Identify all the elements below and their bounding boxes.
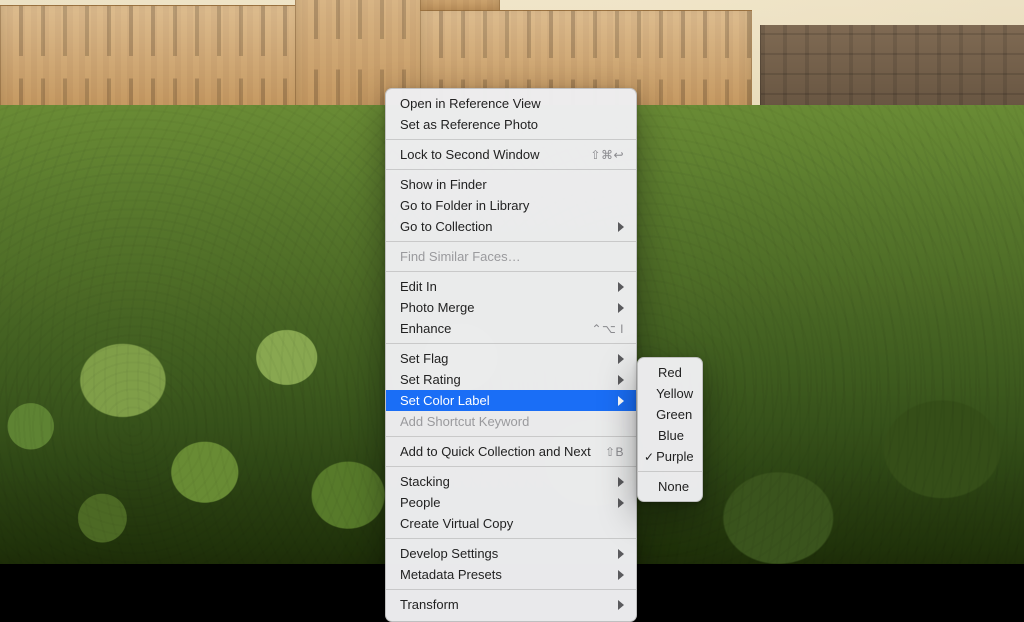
menu-item-label: Show in Finder <box>400 177 624 193</box>
menu-item-label: Photo Merge <box>400 300 610 316</box>
menu-separator <box>386 271 636 272</box>
chevron-right-icon <box>618 600 624 610</box>
menu-separator <box>386 589 636 590</box>
menu-item-label: Add Shortcut Keyword <box>400 414 624 430</box>
menu-item-add-shortcut-keyword: Add Shortcut Keyword <box>386 411 636 432</box>
menu-item-add-to-quick-collection-and-next[interactable]: Add to Quick Collection and Next ⇧B <box>386 441 636 462</box>
menu-item-label: Set Color Label <box>400 393 610 409</box>
chevron-right-icon <box>618 498 624 508</box>
color-option-blue[interactable]: ✓Blue <box>638 425 702 446</box>
menu-item-label: Metadata Presets <box>400 567 610 583</box>
color-option-label: Red <box>658 365 692 381</box>
menu-item-label: Transform <box>400 597 610 613</box>
menu-item-label: Go to Collection <box>400 219 610 235</box>
chevron-right-icon <box>618 396 624 406</box>
menu-item-shortcut: ⌃⌥ I <box>591 321 624 337</box>
menu-item-metadata-presets[interactable]: Metadata Presets <box>386 564 636 585</box>
color-option-label: Purple <box>656 449 694 465</box>
menu-item-label: Enhance <box>400 321 581 337</box>
menu-separator <box>386 343 636 344</box>
menu-item-photo-merge[interactable]: Photo Merge <box>386 297 636 318</box>
chevron-right-icon <box>618 354 624 364</box>
chevron-right-icon <box>618 549 624 559</box>
menu-item-set-rating[interactable]: Set Rating <box>386 369 636 390</box>
menu-item-show-in-finder[interactable]: Show in Finder <box>386 174 636 195</box>
menu-item-set-flag[interactable]: Set Flag <box>386 348 636 369</box>
menu-item-label: Develop Settings <box>400 546 610 562</box>
menu-item-label: Go to Folder in Library <box>400 198 624 214</box>
chevron-right-icon <box>618 303 624 313</box>
menu-item-develop-settings[interactable]: Develop Settings <box>386 543 636 564</box>
chevron-right-icon <box>618 222 624 232</box>
menu-separator <box>386 241 636 242</box>
menu-item-stacking[interactable]: Stacking <box>386 471 636 492</box>
menu-item-label: Find Similar Faces… <box>400 249 624 265</box>
menu-item-set-as-reference-photo[interactable]: Set as Reference Photo <box>386 114 636 135</box>
color-label-submenu[interactable]: ✓Red✓Yellow✓Green✓Blue✓Purple✓None <box>637 357 703 502</box>
menu-item-label: People <box>400 495 610 511</box>
menu-item-go-to-folder-in-library[interactable]: Go to Folder in Library <box>386 195 636 216</box>
menu-separator <box>386 169 636 170</box>
menu-separator <box>386 139 636 140</box>
menu-separator <box>386 538 636 539</box>
menu-item-label: Lock to Second Window <box>400 147 580 163</box>
menu-item-find-similar-faces: Find Similar Faces… <box>386 246 636 267</box>
checkmark-icon: ✓ <box>644 449 654 465</box>
chevron-right-icon <box>618 282 624 292</box>
menu-item-label: Edit In <box>400 279 610 295</box>
color-option-yellow[interactable]: ✓Yellow <box>638 383 702 404</box>
color-option-label: Yellow <box>656 386 693 402</box>
menu-item-edit-in[interactable]: Edit In <box>386 276 636 297</box>
menu-item-enhance[interactable]: Enhance ⌃⌥ I <box>386 318 636 339</box>
menu-item-label: Stacking <box>400 474 610 490</box>
color-option-green[interactable]: ✓Green <box>638 404 702 425</box>
menu-separator <box>386 436 636 437</box>
color-option-red[interactable]: ✓Red <box>638 362 702 383</box>
chevron-right-icon <box>618 477 624 487</box>
menu-item-shortcut: ⇧⌘↩ <box>590 147 624 163</box>
menu-item-transform[interactable]: Transform <box>386 594 636 615</box>
menu-item-create-virtual-copy[interactable]: Create Virtual Copy <box>386 513 636 534</box>
color-option-purple[interactable]: ✓Purple <box>638 446 702 467</box>
menu-item-shortcut: ⇧B <box>605 444 624 460</box>
menu-item-set-color-label[interactable]: Set Color Label <box>386 390 636 411</box>
menu-item-label: Open in Reference View <box>400 96 624 112</box>
menu-item-label: Add to Quick Collection and Next <box>400 444 595 460</box>
menu-item-open-in-reference-view[interactable]: Open in Reference View <box>386 93 636 114</box>
menu-separator <box>638 471 702 472</box>
menu-item-people[interactable]: People <box>386 492 636 513</box>
chevron-right-icon <box>618 375 624 385</box>
menu-item-go-to-collection[interactable]: Go to Collection <box>386 216 636 237</box>
color-option-label: Green <box>656 407 692 423</box>
menu-item-lock-to-second-window[interactable]: Lock to Second Window ⇧⌘↩ <box>386 144 636 165</box>
menu-item-label: Set Flag <box>400 351 610 367</box>
color-option-none[interactable]: ✓None <box>638 476 702 497</box>
color-option-label: Blue <box>658 428 692 444</box>
menu-separator <box>386 466 636 467</box>
chevron-right-icon <box>618 570 624 580</box>
menu-item-label: Set as Reference Photo <box>400 117 624 133</box>
color-option-label: None <box>658 479 692 495</box>
context-menu[interactable]: Open in Reference View Set as Reference P… <box>385 88 637 622</box>
menu-item-label: Set Rating <box>400 372 610 388</box>
menu-item-label: Create Virtual Copy <box>400 516 624 532</box>
